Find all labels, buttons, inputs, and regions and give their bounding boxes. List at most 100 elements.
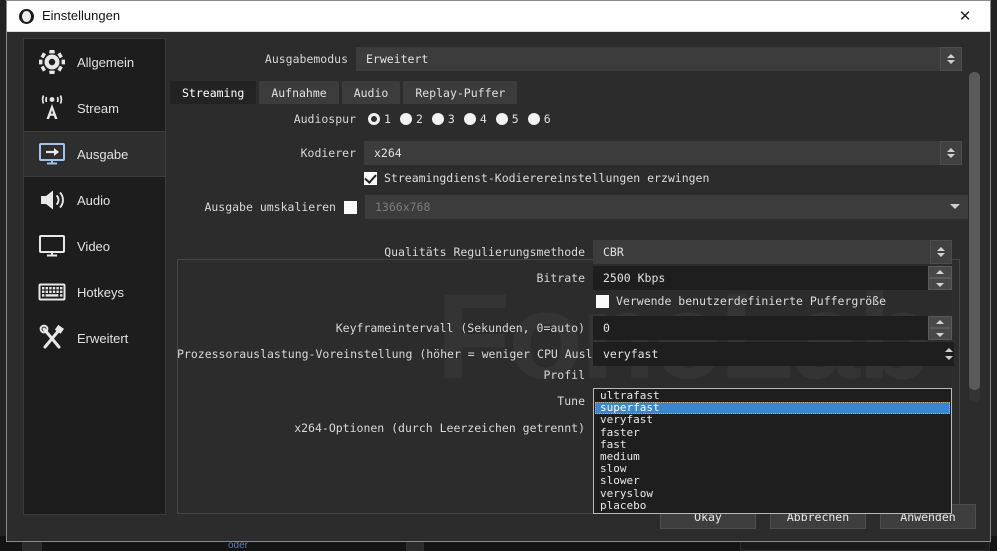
gear-icon: [36, 47, 68, 77]
dropdown-option-fast[interactable]: fast: [595, 438, 950, 451]
enforce-row: Streamingdienst-Kodierereinstellungen er…: [364, 171, 709, 185]
profile-row: Profil: [177, 368, 585, 382]
audio-track-option-2[interactable]: 2: [399, 112, 423, 126]
dropdown-option-placebo[interactable]: placebo: [595, 499, 950, 512]
display-icon: [36, 231, 68, 261]
enforce-checkbox[interactable]: [364, 171, 377, 185]
encoder-select[interactable]: x264: [364, 141, 940, 165]
rescale-label: Ausgabe umskalieren: [204, 200, 336, 214]
radio-icon: [399, 113, 412, 125]
screen: oder Einstellungen ✕ Allgemein Stream Au…: [0, 0, 997, 551]
close-icon[interactable]: ✕: [954, 7, 976, 27]
sidebar-item-allgemein[interactable]: Allgemein: [24, 39, 165, 85]
keyframe-label: Keyframeintervall (Sekunden, 0=auto): [335, 321, 585, 335]
profile-label: Profil: [543, 368, 585, 382]
rate-control-spinner[interactable]: [930, 240, 952, 264]
sidebar-item-label: Allgemein: [77, 54, 135, 70]
sidebar-item-hotkeys[interactable]: Hotkeys: [24, 269, 165, 315]
radio-icon: [495, 113, 508, 125]
tune-row: Tune: [177, 394, 585, 408]
sidebar-item-label: Video: [77, 238, 111, 254]
encoder-spinner[interactable]: [940, 141, 962, 165]
monitor-output-icon: [36, 139, 68, 169]
radio-icon: [463, 113, 476, 125]
audio-track-label: Audiospur: [293, 112, 356, 126]
encoder-row: Kodierer x264: [168, 141, 962, 165]
dropdown-option-slow[interactable]: slow: [595, 462, 950, 475]
keyframe-input[interactable]: 0: [593, 316, 928, 340]
title-bar: Einstellungen ✕: [7, 1, 990, 32]
audio-track-radios: 1 2 3 4 5 6: [368, 112, 551, 126]
audio-track-option-5[interactable]: 5: [495, 112, 519, 126]
dropdown-option-veryslow[interactable]: veryslow: [595, 487, 950, 500]
sidebar-item-ausgabe[interactable]: Ausgabe: [24, 131, 165, 177]
dropdown-option-faster[interactable]: faster: [595, 426, 950, 439]
encoder-label: Kodierer: [300, 146, 356, 160]
rescale-checkbox[interactable]: [344, 200, 357, 214]
bitrate-label: Bitrate: [536, 271, 585, 285]
sidebar-item-label: Erweitert: [77, 330, 129, 346]
dropdown-option-veryfast[interactable]: veryfast: [595, 414, 950, 426]
tab-audio[interactable]: Audio: [341, 81, 401, 104]
rescale-row: Ausgabe umskalieren 1366x768: [168, 195, 968, 219]
tab-aufnahme[interactable]: Aufnahme: [259, 81, 339, 104]
dropdown-option-medium[interactable]: medium: [595, 450, 950, 463]
output-mode-row: Ausgabemodus Erweitert: [168, 47, 962, 71]
output-tabs: Streaming Aufnahme Audio Replay-Puffer: [170, 81, 518, 104]
output-mode-label: Ausgabemodus: [264, 52, 348, 66]
x264-options-row: x264-Optionen (durch Leerzeichen getrenn…: [177, 421, 585, 435]
cpu-preset-spinner[interactable]: [938, 342, 960, 366]
rate-control-select[interactable]: CBR: [593, 240, 930, 264]
sidebar-item-video[interactable]: Video: [24, 223, 165, 269]
sidebar-item-audio[interactable]: Audio: [24, 177, 165, 223]
broadcast-icon: [36, 93, 68, 123]
audio-track-option-3[interactable]: 3: [431, 112, 455, 126]
tab-replay-puffer[interactable]: Replay-Puffer: [403, 81, 518, 104]
content-scrollbar[interactable]: [969, 72, 980, 402]
cpu-preset-label: Prozessorauslastung-Voreinstellung (höhe…: [177, 347, 641, 361]
audio-track-row: Audiospur 1 2 3 4 5 6: [168, 112, 551, 126]
sidebar-item-erweitert[interactable]: Erweitert: [24, 315, 165, 361]
dropdown-option-slower[interactable]: slower: [595, 475, 950, 487]
rate-control-label: Qualitäts Regulierungsmethode: [384, 245, 585, 259]
sidebar-item-label: Stream: [77, 100, 119, 116]
speaker-icon: [36, 185, 68, 215]
radio-icon: [431, 113, 444, 125]
rescale-dropdown-caret: [942, 195, 968, 219]
obs-logo-icon: [19, 9, 34, 24]
keyframe-row: Keyframeintervall (Sekunden, 0=auto) 0: [177, 316, 952, 340]
bitrate-row: Bitrate 2500 Kbps: [177, 266, 952, 290]
keyboard-icon: [36, 277, 68, 307]
tab-streaming[interactable]: Streaming: [170, 81, 257, 104]
rescale-value: 1366x768: [365, 195, 942, 219]
radio-icon: [368, 113, 380, 125]
audio-track-option-4[interactable]: 4: [463, 112, 487, 126]
sidebar-item-stream[interactable]: Stream: [24, 85, 165, 131]
x264-options-label: x264-Optionen (durch Leerzeichen getrenn…: [294, 421, 585, 435]
custom-buffer-row: Verwende benutzerdefinierte Puffergröße: [596, 294, 886, 308]
keyframe-stepper[interactable]: [928, 316, 952, 340]
dialog-body: Allgemein Stream Ausgabe Audio Video Hot…: [7, 32, 990, 541]
custom-buffer-checkbox[interactable]: [596, 294, 609, 308]
output-mode-spinner[interactable]: [940, 47, 962, 71]
audio-track-option-1[interactable]: 1: [368, 112, 391, 126]
scrollbar-thumb[interactable]: [969, 72, 980, 390]
radio-icon: [527, 113, 540, 125]
cpu-preset-select[interactable]: veryfast: [593, 342, 954, 366]
custom-buffer-label: Verwende benutzerdefinierte Puffergröße: [616, 294, 887, 308]
bitrate-input[interactable]: 2500 Kbps: [593, 266, 928, 290]
cpu-preset-dropdown-list[interactable]: ultrafast superfast veryfast faster fast…: [593, 388, 952, 514]
settings-dialog: Einstellungen ✕ Allgemein Stream Ausgabe…: [6, 0, 991, 542]
sidebar-item-label: Ausgabe: [77, 146, 129, 162]
window-title: Einstellungen: [42, 8, 121, 23]
settings-sidebar: Allgemein Stream Ausgabe Audio Video Hot…: [23, 38, 166, 515]
tune-label: Tune: [557, 394, 585, 408]
tools-icon: [36, 323, 68, 353]
rate-control-row: Qualitäts Regulierungsmethode CBR: [177, 240, 952, 264]
output-mode-select[interactable]: Erweitert: [356, 47, 940, 71]
enforce-label: Streamingdienst-Kodierereinstellungen er…: [384, 171, 710, 185]
bitrate-stepper[interactable]: [928, 266, 952, 290]
sidebar-item-label: Audio: [77, 192, 111, 208]
audio-track-option-6[interactable]: 6: [527, 112, 551, 126]
cpu-preset-row: Prozessorauslastung-Voreinstellung (höhe…: [177, 342, 954, 366]
